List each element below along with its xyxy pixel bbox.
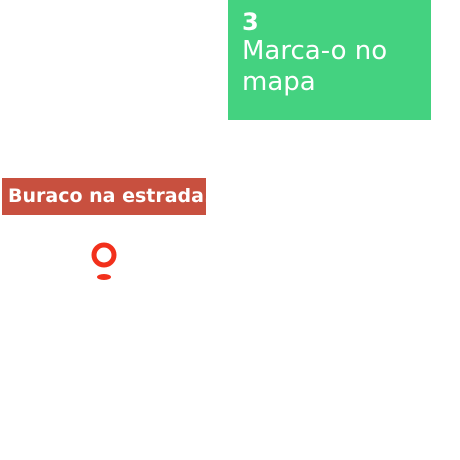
report-label: Buraco na estrada. bbox=[2, 178, 206, 215]
pin-ring bbox=[91, 242, 117, 268]
step-number: 3 bbox=[242, 8, 259, 36]
map-canvas[interactable]: 3 Marca-o no mapa Buraco na estrada. bbox=[0, 0, 460, 460]
step-card: 3 Marca-o no mapa bbox=[228, 0, 431, 120]
map-pin-icon[interactable] bbox=[88, 240, 120, 284]
step-instruction: Marca-o no mapa bbox=[242, 36, 388, 97]
pin-shadow bbox=[97, 274, 111, 280]
